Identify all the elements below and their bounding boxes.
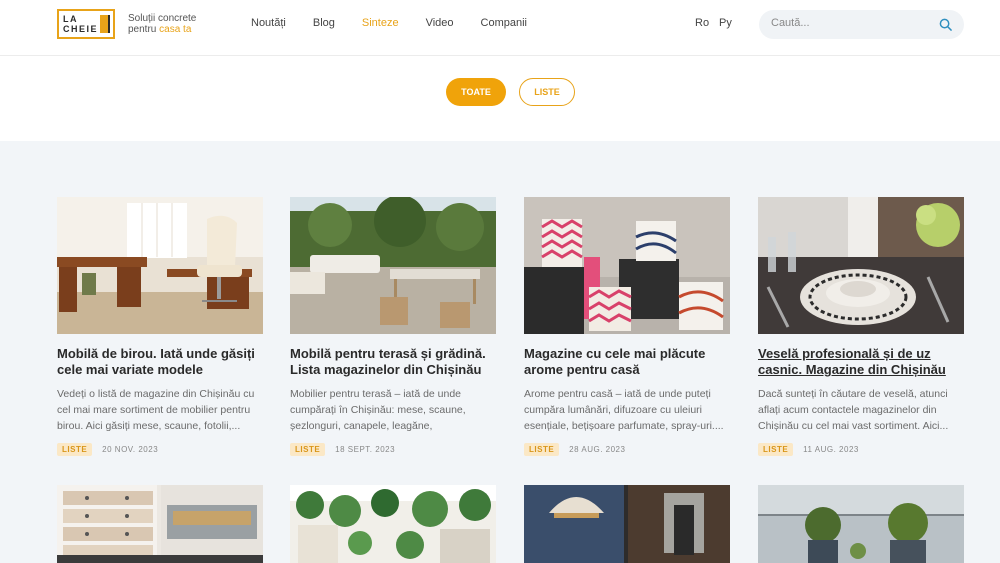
article-excerpt: Vedeți o listă de magazine din Chișinău … (57, 388, 255, 432)
search-box (759, 10, 964, 39)
filter-liste-button[interactable]: LISTE (519, 78, 575, 106)
site-header: LA CHEIE Soluții concrete pentru casa ta… (0, 0, 1000, 56)
category-badge[interactable]: LISTE (290, 443, 326, 456)
category-badge[interactable]: LISTE (758, 443, 794, 456)
article-date: 18 SEPT. 2023 (335, 445, 396, 454)
category-badge[interactable]: LISTE (524, 443, 560, 456)
articles-section: Mobilă de birou. Iată unde găsiți cele m… (0, 141, 1000, 563)
terrace-furniture-image[interactable] (290, 197, 496, 334)
article-date: 28 AUG. 2023 (569, 445, 626, 454)
article-excerpt: Mobilier pentru terasă – iată de unde cu… (290, 388, 466, 432)
article-meta: LISTE 28 AUG. 2023 (524, 443, 730, 456)
tagline-line-2: pentru casa ta (128, 24, 196, 35)
article-card[interactable]: Veselă profesională și de uz casnic. Mag… (758, 197, 964, 456)
nav-item-video[interactable]: Video (426, 17, 454, 29)
main-nav: Noutăți Blog Sinteze Video Companii (251, 17, 554, 29)
article-date: 11 AUG. 2023 (803, 445, 859, 454)
category-badge[interactable]: LISTE (57, 443, 93, 456)
pendant-lamp-image[interactable] (524, 485, 730, 563)
article-card[interactable]: Magazine cu cele mai plăcute arome pentr… (524, 197, 730, 456)
nav-item-companii[interactable]: Companii (481, 17, 527, 29)
article-title[interactable]: Mobilă pentru terasă și grădină. Lista m… (290, 346, 496, 378)
search-input[interactable] (771, 17, 931, 29)
article-title[interactable]: Magazine cu cele mai plăcute arome pentr… (524, 346, 730, 378)
door-icon (100, 15, 110, 33)
hanging-plants-image[interactable] (290, 485, 496, 563)
article-card[interactable]: Mobilă pentru terasă și grădină. Lista m… (290, 197, 496, 456)
nav-item-sinteze[interactable]: Sinteze (362, 17, 399, 29)
article-excerpt: Arome pentru casă – iată de unde puteți … (524, 388, 724, 432)
office-furniture-image[interactable] (57, 197, 263, 334)
lang-ru-link[interactable]: Ру (719, 17, 732, 29)
nav-item-blog[interactable]: Blog (313, 17, 335, 29)
search-icon[interactable] (939, 18, 952, 31)
article-excerpt: Dacă sunteți în căutare de veselă, atunc… (758, 388, 949, 432)
tagline-accent: casa ta (159, 24, 192, 35)
article-meta: LISTE 11 AUG. 2023 (758, 443, 964, 456)
filter-bar: TOATE LISTE (0, 56, 1000, 141)
filter-toate-button[interactable]: TOATE (446, 78, 506, 106)
tagline-line-1: Soluții concrete (128, 13, 197, 24)
scented-candles-image[interactable] (524, 197, 730, 334)
article-card[interactable]: Mobilă de birou. Iată unde găsiți cele m… (57, 197, 263, 456)
article-date: 20 NOV. 2023 (102, 445, 159, 454)
site-logo[interactable]: LA CHEIE (57, 9, 115, 39)
nav-item-noutati[interactable]: Noutăți (251, 17, 286, 29)
lang-ro-link[interactable]: Ro (695, 17, 709, 29)
storage-boxes-image[interactable] (57, 485, 263, 563)
site-tagline: Soluții concrete pentru casa ta (128, 13, 196, 35)
article-meta: LISTE 18 SEPT. 2023 (290, 443, 496, 456)
tableware-image[interactable] (758, 197, 964, 334)
article-title[interactable]: Mobilă de birou. Iată unde găsiți cele m… (57, 346, 263, 378)
tagline-prefix: pentru (128, 24, 157, 35)
article-title[interactable]: Veselă profesională și de uz casnic. Mag… (758, 346, 964, 378)
article-meta: LISTE 20 NOV. 2023 (57, 443, 263, 456)
balcony-plants-image[interactable] (758, 485, 964, 563)
